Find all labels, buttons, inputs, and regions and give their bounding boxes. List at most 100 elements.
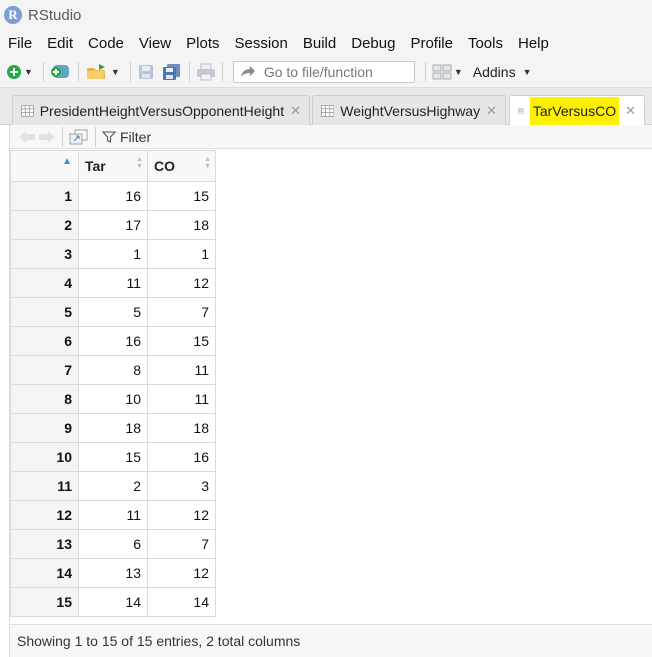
cell-co: 12 <box>147 558 216 588</box>
filter-icon[interactable] <box>102 126 116 148</box>
toolbar-divider <box>77 61 79 82</box>
row-number: 11 <box>10 471 79 501</box>
table-row: 9 18 18 <box>10 413 216 443</box>
row-number: 2 <box>10 210 79 240</box>
menu-plots[interactable]: Plots <box>180 35 225 52</box>
row-number: 12 <box>10 500 79 530</box>
column-header-label: Tar <box>85 158 106 174</box>
table-row: 4 11 12 <box>10 268 216 298</box>
cell-tar: 16 <box>78 181 148 211</box>
row-number: 7 <box>10 355 79 385</box>
tab-label: PresidentHeightVersusOpponentHeight <box>39 102 285 119</box>
rstudio-logo-icon: R <box>4 6 22 24</box>
menu-debug[interactable]: Debug <box>345 35 401 52</box>
row-number: 3 <box>10 239 79 269</box>
pane-layout-dropdown-icon[interactable]: ▼ <box>454 67 463 77</box>
row-number: 15 <box>10 587 79 617</box>
close-icon[interactable]: ✕ <box>625 103 636 119</box>
row-number: 4 <box>10 268 79 298</box>
sort-icon: ▲ ▼ <box>136 156 143 170</box>
toolbar-divider <box>62 126 63 147</box>
go-to-file-placeholder: Go to file/function <box>263 63 373 80</box>
tab-tar-versus-co[interactable]: TarVersusCO ✕ <box>509 95 645 126</box>
cell-tar: 13 <box>78 558 148 588</box>
menu-build[interactable]: Build <box>297 35 342 52</box>
close-icon[interactable]: ✕ <box>290 103 301 119</box>
pane-layout-icon[interactable] <box>432 61 452 83</box>
pop-out-window-icon[interactable] <box>69 126 89 148</box>
table-row: 2 17 18 <box>10 210 216 240</box>
forward-arrow-icon[interactable] <box>38 126 56 148</box>
print-icon[interactable] <box>196 61 216 83</box>
tab-label: TarVersusCO <box>529 97 620 125</box>
table-row: 10 15 16 <box>10 442 216 472</box>
cell-tar: 18 <box>78 413 148 443</box>
table-row: 11 2 3 <box>10 471 216 501</box>
cell-tar: 17 <box>78 210 148 240</box>
cell-co: 15 <box>147 181 216 211</box>
save-icon[interactable] <box>137 61 155 83</box>
main-toolbar: ▼ ▼ Go to file/function ▼ Addins ▼ <box>0 56 652 88</box>
table-row: 557 <box>10 297 216 327</box>
toolbar-divider <box>42 61 44 82</box>
data-grid-icon <box>321 104 335 117</box>
table-header-row: ▲ Tar ▲ ▼ CO ▲ ▼ <box>10 150 216 182</box>
cell-tar: 5 <box>78 297 148 327</box>
cell-co: 7 <box>147 297 216 327</box>
new-file-icon[interactable] <box>6 61 22 83</box>
row-number: 13 <box>10 529 79 559</box>
tab-label: WeightVersusHighway <box>340 102 481 119</box>
row-index-header[interactable]: ▲ <box>10 150 79 182</box>
menu-tools[interactable]: Tools <box>462 35 509 52</box>
menu-help[interactable]: Help <box>512 35 555 52</box>
table-row: 15 14 14 <box>10 587 216 617</box>
tab-president-height[interactable]: PresidentHeightVersusOpponentHeight ✕ <box>12 95 310 125</box>
menu-edit[interactable]: Edit <box>41 35 79 52</box>
cell-tar: 11 <box>78 500 148 530</box>
column-header-co[interactable]: CO ▲ ▼ <box>147 150 216 182</box>
open-file-icon[interactable] <box>85 61 109 83</box>
cell-co: 14 <box>147 587 216 617</box>
cell-tar: 16 <box>78 326 148 356</box>
save-all-icon[interactable] <box>161 61 183 83</box>
cell-co: 18 <box>147 413 216 443</box>
row-number: 8 <box>10 384 79 414</box>
toolbar-divider <box>188 61 190 82</box>
toolbar-divider <box>424 61 426 82</box>
new-project-icon[interactable] <box>50 61 72 83</box>
cell-tar: 1 <box>78 239 148 269</box>
row-number: 10 <box>10 442 79 472</box>
menu-code[interactable]: Code <box>82 35 130 52</box>
close-icon[interactable]: ✕ <box>486 103 497 119</box>
go-to-file-input[interactable]: Go to file/function <box>232 60 415 83</box>
menu-profile[interactable]: Profile <box>404 35 459 52</box>
sort-icon: ▲ ▼ <box>204 156 211 170</box>
row-number: 1 <box>10 181 79 211</box>
addins-dropdown-icon[interactable]: ▼ <box>523 67 532 77</box>
column-header-tar[interactable]: Tar ▲ ▼ <box>78 150 148 182</box>
cell-co: 12 <box>147 268 216 298</box>
addins-menu[interactable]: Addins <box>473 64 516 80</box>
editor-tab-strip: PresidentHeightVersusOpponentHeight ✕ We… <box>0 88 652 126</box>
go-to-arrow-icon <box>240 65 255 77</box>
data-grid-icon <box>21 104 34 117</box>
cell-co: 12 <box>147 500 216 530</box>
table-row: 311 <box>10 239 216 269</box>
data-grid-icon <box>518 108 524 114</box>
menu-session[interactable]: Session <box>229 35 294 52</box>
back-arrow-icon[interactable] <box>18 126 36 148</box>
cell-co: 11 <box>147 384 216 414</box>
tab-weight-versus-highway[interactable]: WeightVersusHighway ✕ <box>312 95 506 125</box>
menu-view[interactable]: View <box>133 35 177 52</box>
cell-tar: 6 <box>78 529 148 559</box>
cell-co: 18 <box>147 210 216 240</box>
row-number: 6 <box>10 326 79 356</box>
filter-button[interactable]: Filter <box>120 129 151 145</box>
new-file-dropdown-icon[interactable]: ▼ <box>24 67 33 77</box>
entries-summary: Showing 1 to 15 of 15 entries, 2 total c… <box>17 633 301 649</box>
table-row: 14 13 12 <box>10 558 216 588</box>
menu-file[interactable]: File <box>2 35 38 52</box>
row-number: 9 <box>10 413 79 443</box>
menu-bar: File Edit Code View Plots Session Build … <box>0 30 652 56</box>
open-file-dropdown-icon[interactable]: ▼ <box>111 67 120 77</box>
